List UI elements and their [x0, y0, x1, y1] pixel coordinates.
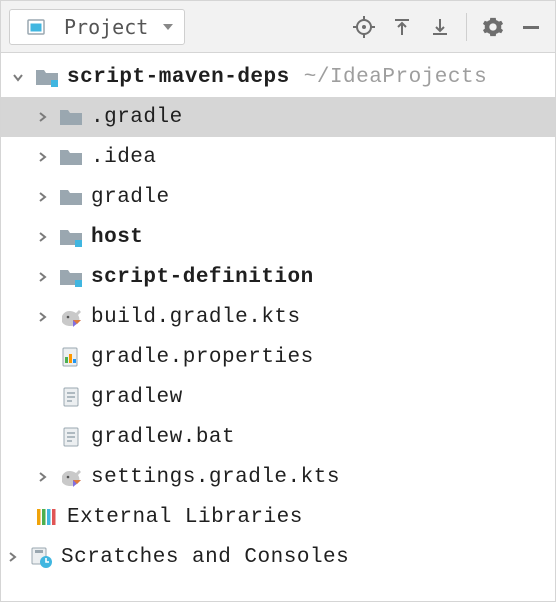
- chevron-right-icon[interactable]: [31, 266, 53, 288]
- tree-row[interactable]: .idea: [1, 137, 555, 177]
- chevron-right-icon[interactable]: [31, 186, 53, 208]
- tree-spacer: [31, 346, 53, 368]
- tree-spacer: [7, 506, 29, 528]
- tree-row[interactable]: gradlew.bat: [1, 417, 555, 457]
- expand-all-icon: [392, 17, 412, 37]
- tree-row-scratches[interactable]: Scratches and Consoles: [1, 537, 555, 577]
- project-tree[interactable]: script-maven-deps ~/IdeaProjects .gradle…: [1, 53, 555, 577]
- tree-row-external-libs[interactable]: External Libraries: [1, 497, 555, 537]
- chevron-right-icon[interactable]: [31, 226, 53, 248]
- tree-row[interactable]: .gradle: [1, 97, 555, 137]
- view-selector[interactable]: Project: [9, 9, 185, 45]
- text-file-icon: [57, 383, 85, 411]
- gradle-kotlin-icon: [57, 463, 85, 491]
- project-toolbar: Project: [1, 1, 555, 53]
- tree-node-label: gradlew.bat: [91, 426, 235, 449]
- tree-spacer: [31, 426, 53, 448]
- module-folder-icon: [33, 63, 61, 91]
- tree-row-root[interactable]: script-maven-deps ~/IdeaProjects: [1, 57, 555, 97]
- text-file-icon: [57, 423, 85, 451]
- tree-node-label: build.gradle.kts: [91, 306, 301, 329]
- tree-node-label: External Libraries: [67, 506, 303, 529]
- tree-node-label: gradle: [91, 186, 170, 209]
- settings-button[interactable]: [477, 11, 509, 43]
- tree-node-label: script-definition: [91, 266, 314, 289]
- tree-node-path: ~/IdeaProjects: [304, 66, 487, 89]
- tree-row[interactable]: script-definition: [1, 257, 555, 297]
- tree-row[interactable]: gradlew: [1, 377, 555, 417]
- chevron-right-icon[interactable]: [31, 306, 53, 328]
- project-tool-window: Project: [0, 0, 556, 602]
- tree-node-label: gradle.properties: [91, 346, 314, 369]
- tree-node-label: .idea: [91, 146, 157, 169]
- chevron-right-icon[interactable]: [31, 106, 53, 128]
- toolbar-separator: [466, 13, 467, 41]
- project-view-icon: [22, 13, 50, 41]
- folder-icon: [57, 183, 85, 211]
- expand-all-button[interactable]: [386, 11, 418, 43]
- tree-row[interactable]: settings.gradle.kts: [1, 457, 555, 497]
- crosshair-icon: [353, 16, 375, 38]
- properties-file-icon: [57, 343, 85, 371]
- tree-node-label: Scratches and Consoles: [61, 546, 349, 569]
- tree-node-label: host: [91, 226, 143, 249]
- module-folder-icon: [57, 263, 85, 291]
- tree-node-label: script-maven-deps: [67, 66, 290, 89]
- tree-node-label: .gradle: [91, 106, 183, 129]
- collapse-all-button[interactable]: [424, 11, 456, 43]
- tree-row[interactable]: gradle.properties: [1, 337, 555, 377]
- collapse-all-icon: [430, 17, 450, 37]
- module-folder-icon: [57, 223, 85, 251]
- minimize-icon: [521, 17, 541, 37]
- tree-node-label: settings.gradle.kts: [91, 466, 340, 489]
- scratches-icon: [27, 543, 55, 571]
- tree-spacer: [31, 386, 53, 408]
- folder-icon: [57, 143, 85, 171]
- libraries-icon: [33, 503, 61, 531]
- chevron-right-icon[interactable]: [31, 146, 53, 168]
- tree-row[interactable]: gradle: [1, 177, 555, 217]
- chevron-down-icon[interactable]: [7, 66, 29, 88]
- folder-icon: [57, 103, 85, 131]
- hide-panel-button[interactable]: [515, 11, 547, 43]
- view-selector-label: Project: [64, 15, 148, 39]
- chevron-right-icon[interactable]: [31, 466, 53, 488]
- gear-icon: [482, 16, 504, 38]
- chevron-right-icon[interactable]: [1, 546, 23, 568]
- locate-button[interactable]: [348, 11, 380, 43]
- tree-row[interactable]: build.gradle.kts: [1, 297, 555, 337]
- tree-row[interactable]: host: [1, 217, 555, 257]
- tree-node-label: gradlew: [91, 386, 183, 409]
- gradle-kotlin-icon: [57, 303, 85, 331]
- chevron-down-icon: [162, 22, 174, 32]
